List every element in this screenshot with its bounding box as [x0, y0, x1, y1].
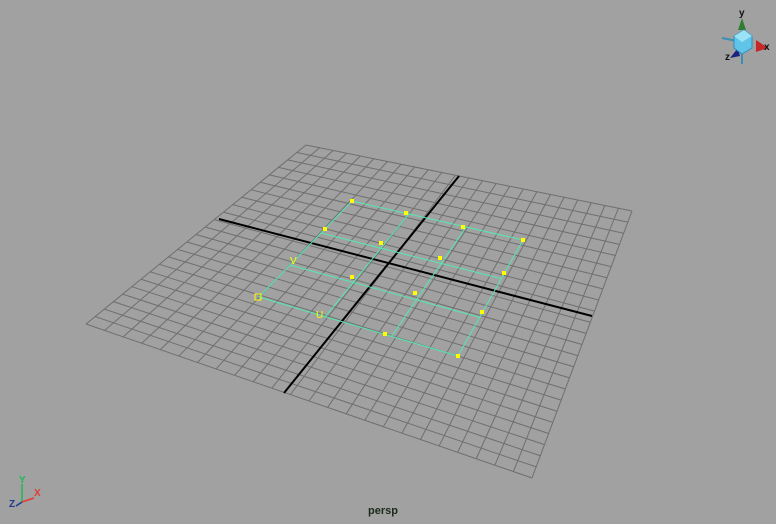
grid-line — [494, 205, 606, 466]
grid-line — [195, 234, 583, 345]
triad-x-line — [21, 497, 35, 503]
control-vertex[interactable] — [350, 275, 354, 279]
control-vertex[interactable] — [323, 227, 327, 231]
control-vertex[interactable] — [502, 271, 506, 275]
gizmo-y-cone[interactable] — [738, 18, 746, 30]
triad-x-label: X — [34, 488, 41, 499]
control-vertex[interactable] — [521, 238, 525, 242]
ground-grid — [85, 144, 633, 479]
control-vertex[interactable] — [480, 310, 484, 314]
grid-line — [131, 286, 553, 423]
origin-axes — [218, 175, 593, 394]
viewport-scene[interactable]: V U — [0, 0, 776, 524]
gizmo-z-label: z — [725, 52, 730, 63]
control-vertex[interactable] — [404, 211, 408, 215]
control-vertex[interactable] — [456, 354, 460, 358]
control-vertex[interactable] — [413, 291, 417, 295]
perspective-viewport[interactable]: V U y x z Y X Z persp — [0, 0, 776, 524]
surface-v-label: V — [290, 256, 297, 267]
grid-line — [113, 301, 545, 446]
control-vertex[interactable] — [438, 256, 442, 260]
control-vertex[interactable] — [383, 332, 387, 336]
grid-line — [85, 323, 533, 479]
gizmo-y-label: y — [739, 8, 745, 19]
grid-line — [345, 183, 497, 415]
grid-line — [177, 248, 574, 368]
control-vertex[interactable] — [379, 241, 383, 245]
grid-line — [95, 316, 537, 468]
grid-line — [382, 188, 524, 427]
control-vertex[interactable] — [350, 199, 354, 203]
camera-name-label: persp — [368, 505, 398, 517]
gizmo-x-label: x — [764, 42, 770, 53]
grid-line — [186, 241, 578, 357]
triad-y-label: Y — [19, 476, 26, 486]
grid-line — [168, 256, 570, 379]
control-vertex[interactable] — [461, 225, 465, 229]
surface-u-label: U — [316, 310, 323, 321]
view-cube-gizmo[interactable]: y x z — [712, 6, 772, 70]
grid-line — [104, 308, 541, 457]
